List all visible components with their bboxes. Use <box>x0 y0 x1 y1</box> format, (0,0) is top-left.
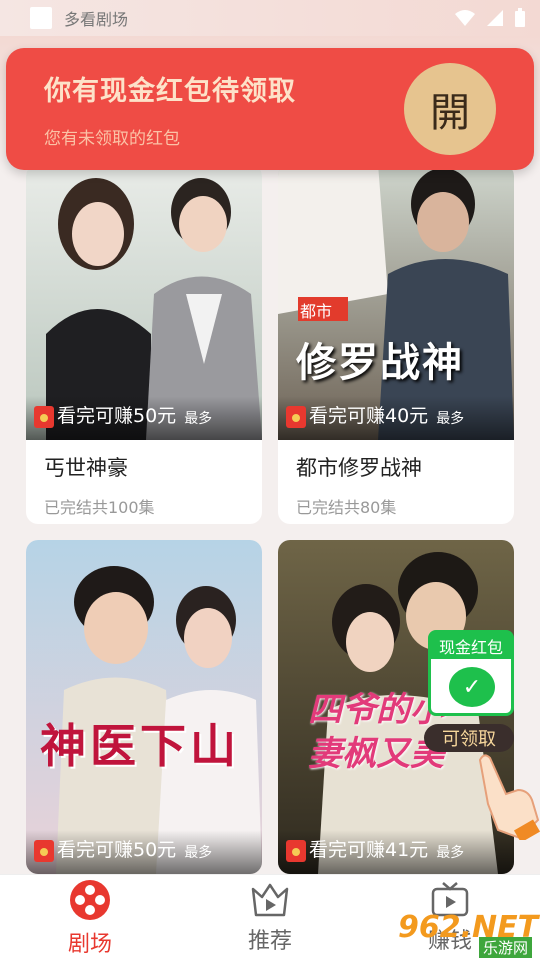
claim-button[interactable]: 可领取 <box>424 724 514 752</box>
drama-card-1[interactable]: 看完可赚50元 最多 丐世神豪 已完结共100集 <box>26 164 262 524</box>
nav-label: 推荐 <box>247 928 292 954</box>
floating-red-packet[interactable]: 现金红包 ✓ 可领取 <box>424 630 514 752</box>
status-icons <box>454 8 526 28</box>
drama-meta: 已完结共80集 <box>296 498 397 517</box>
most-text: 最多 <box>184 411 213 427</box>
red-envelope-icon <box>34 840 54 862</box>
poster-2[interactable]: 都市 修罗战神 看完可赚40元 最多 <box>278 164 514 440</box>
crown-play-icon <box>251 883 289 916</box>
card-info-2: 都市修罗战神 已完结共80集 <box>278 440 514 524</box>
nav-label: 剧场 <box>67 931 112 957</box>
open-red-packet-button[interactable]: 開 <box>404 63 496 155</box>
red-packet-banner[interactable]: 你有现金红包待领取 您有未领取的红包 開 <box>6 48 534 170</box>
film-reel-icon <box>70 879 110 920</box>
app-icon <box>30 7 52 29</box>
battery-icon <box>515 8 525 27</box>
floating-red-packet-card[interactable]: 现金红包 ✓ <box>428 630 514 716</box>
poster-image-3 <box>26 540 262 874</box>
watermark: 962.NET 乐游网 <box>398 910 540 960</box>
signal-icon <box>487 10 503 26</box>
poster-title-art: 修罗战神 <box>296 339 464 386</box>
drama-card-3[interactable]: 神医下山 看完可赚50元 最多 <box>26 540 262 874</box>
red-envelope-icon <box>286 840 306 862</box>
poster-tag: 都市 <box>300 302 333 321</box>
drama-meta: 已完结共100集 <box>44 498 155 517</box>
wechat-icon: ✓ <box>449 667 495 707</box>
nav-recommend[interactable]: 推荐 <box>180 875 360 960</box>
drama-card-2[interactable]: 都市 修罗战神 看完可赚40元 最多 都市修罗战神 已完结共80集 <box>278 164 514 524</box>
banner-title: 你有现金红包待领取 <box>44 76 296 107</box>
earn-text: 看完可赚40元 <box>309 405 429 427</box>
red-envelope-icon <box>286 406 306 428</box>
status-app-name: 多看剧场 <box>64 10 129 29</box>
poster-caption-3: 看完可赚50元 最多 <box>26 830 262 874</box>
poster-caption-2: 看完可赚40元 最多 <box>278 396 514 440</box>
nav-theater[interactable]: 剧场 <box>0 875 180 960</box>
red-envelope-icon <box>34 406 54 428</box>
poster-1[interactable]: 看完可赚50元 最多 <box>26 164 262 440</box>
drama-title: 都市修罗战神 <box>296 456 422 480</box>
earn-text: 看完可赚41元 <box>309 839 429 861</box>
wifi-icon <box>455 10 475 26</box>
poster-3[interactable]: 神医下山 看完可赚50元 最多 <box>26 540 262 874</box>
banner-text: 你有现金红包待领取 您有未领取的红包 <box>44 69 404 149</box>
earn-text: 看完可赚50元 <box>57 839 177 861</box>
most-text: 最多 <box>436 845 465 861</box>
poster-title-art: 神医下山 <box>40 719 240 773</box>
earn-text: 看完可赚50元 <box>57 405 177 427</box>
card-info-1: 丐世神豪 已完结共100集 <box>26 440 262 524</box>
watermark-sub: 乐游网 <box>478 937 532 958</box>
drama-title: 丐世神豪 <box>44 456 128 480</box>
most-text: 最多 <box>184 845 213 861</box>
poster-caption-1: 看完可赚50元 最多 <box>26 396 262 440</box>
banner-subtitle: 您有未领取的红包 <box>44 129 180 149</box>
pointing-hand-icon <box>478 754 540 840</box>
floating-red-packet-label: 现金红包 <box>431 633 511 659</box>
status-bar: 多看剧场 <box>0 0 540 36</box>
most-text: 最多 <box>436 411 465 427</box>
